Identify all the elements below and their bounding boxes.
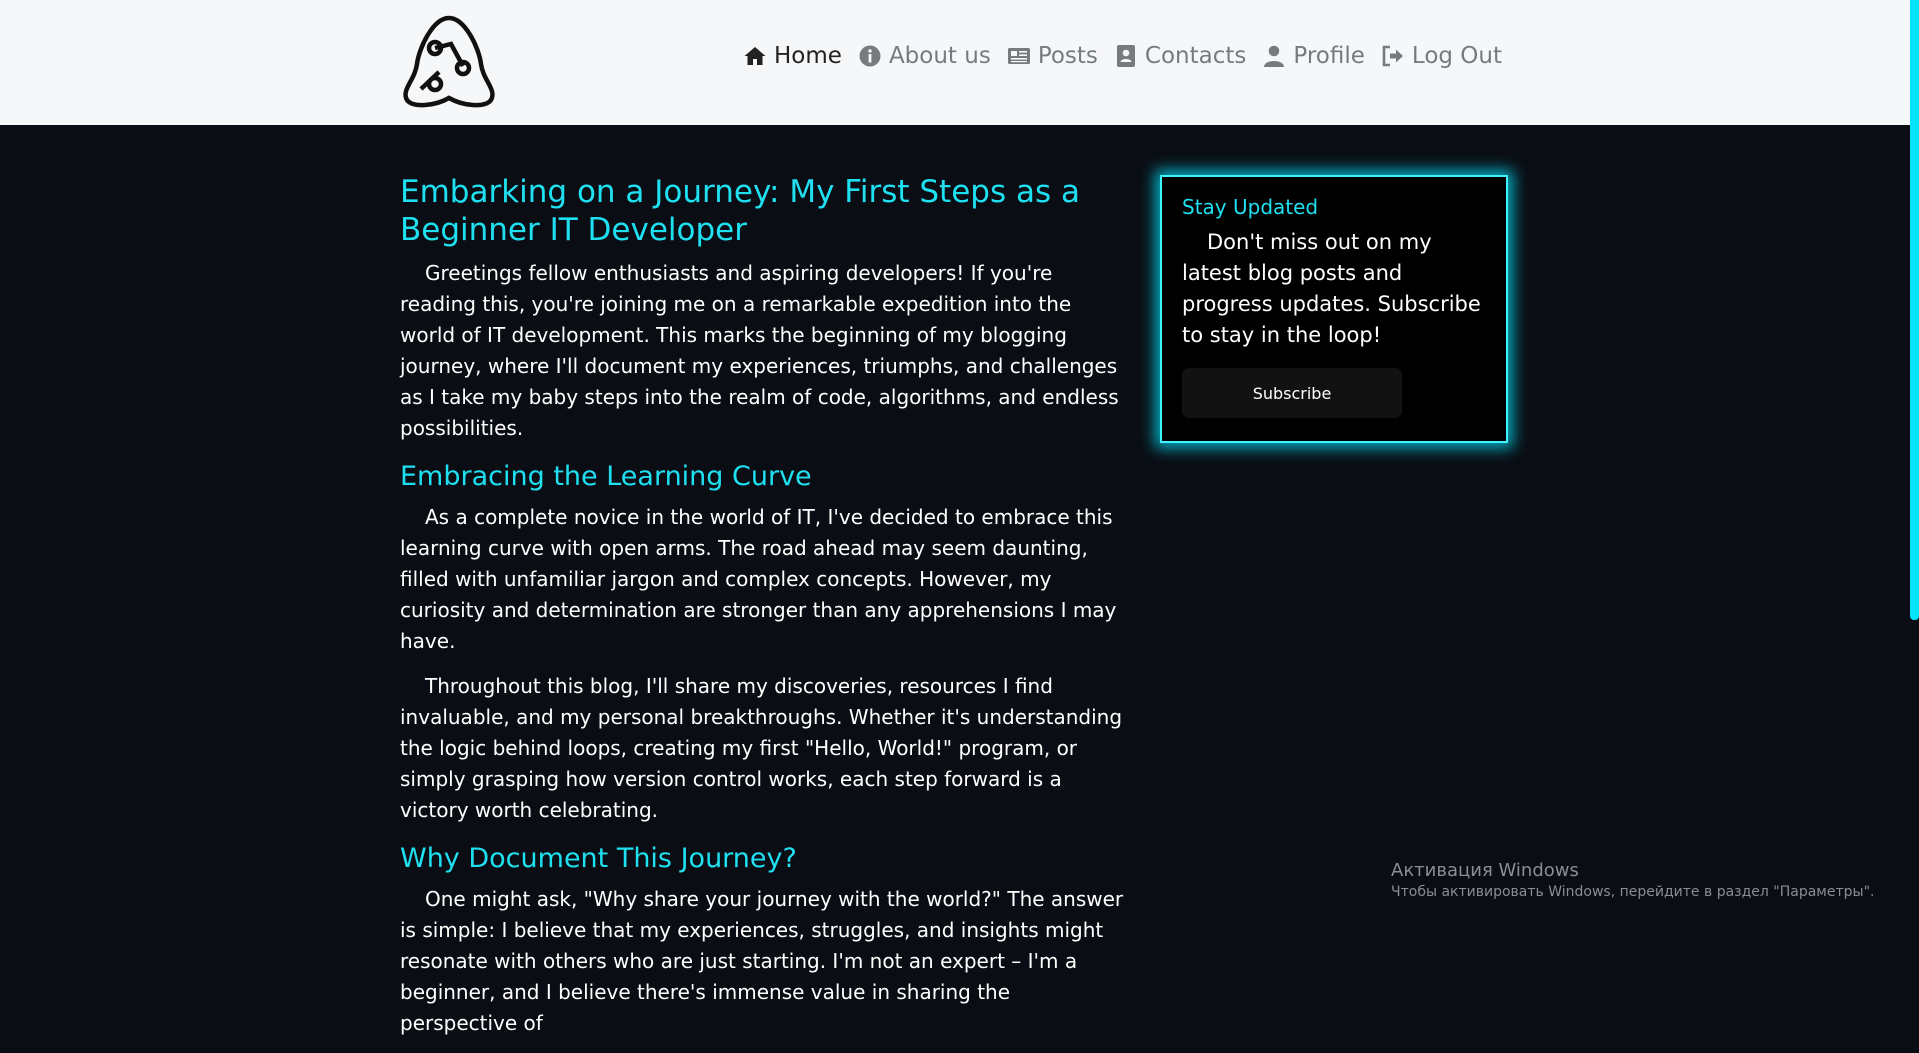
section-paragraph: One might ask, "Why share your journey w… <box>400 887 1124 1035</box>
section-heading: Embracing the Learning Curve <box>400 461 812 492</box>
info-icon <box>859 45 881 67</box>
nav-label-contacts: Contacts <box>1144 43 1247 69</box>
nav-item-home[interactable]: Home <box>743 43 842 69</box>
section-paragraph: Throughout this blog, I'll share my disc… <box>400 674 1123 822</box>
post-title: Embarking on a Journey: My First Steps a… <box>400 174 1080 248</box>
newspaper-icon <box>1007 48 1030 64</box>
section-paragraph: As a complete novice in the world of IT,… <box>400 505 1117 653</box>
nav-item-about[interactable]: About us <box>858 43 991 69</box>
subscribe-card-title: Stay Updated <box>1182 195 1319 219</box>
sign-out-icon <box>1382 45 1403 67</box>
watermark-title: Активация Windows <box>1391 860 1579 881</box>
logo-icon[interactable] <box>399 14 501 110</box>
address-book-icon <box>1116 45 1135 67</box>
nav-item-contacts[interactable]: Contacts <box>1114 43 1246 69</box>
nav-label-profile: Profile <box>1293 43 1365 69</box>
watermark-subtitle: Чтобы активировать Windows, перейдите в … <box>1391 884 1875 900</box>
user-icon <box>1264 45 1285 67</box>
navbar: Home About us Posts Contacts Profile Log… <box>0 0 1919 125</box>
nav-item-logout[interactable]: Log Out <box>1381 43 1502 69</box>
nav-label-posts: Posts <box>1037 43 1098 69</box>
subscribe-button[interactable]: Subscribe <box>1182 368 1402 418</box>
subscribe-card-text: Don't miss out on my latest blog posts a… <box>1182 230 1481 347</box>
nav-label-home: Home <box>774 43 842 69</box>
nav-item-profile[interactable]: Profile <box>1262 43 1365 69</box>
nav-label-logout: Log Out <box>1411 43 1502 69</box>
section-heading: Why Document This Journey? <box>400 843 797 874</box>
scrollbar[interactable] <box>1910 0 1919 620</box>
nav-item-posts[interactable]: Posts <box>1007 43 1098 69</box>
nav-label-about: About us <box>888 43 991 69</box>
post-intro-paragraph: Greetings fellow enthusiasts and aspirin… <box>400 261 1119 440</box>
windows-activation-watermark: Активация Windows Чтобы активировать Win… <box>1391 860 1874 900</box>
blog-post: Embarking on a Journey: My First Steps a… <box>400 173 1125 1053</box>
main-nav: Home About us Posts Contacts Profile Log… <box>743 43 1502 69</box>
home-icon <box>744 47 766 65</box>
subscribe-card: Stay Updated Don't miss out on my latest… <box>1160 175 1508 443</box>
